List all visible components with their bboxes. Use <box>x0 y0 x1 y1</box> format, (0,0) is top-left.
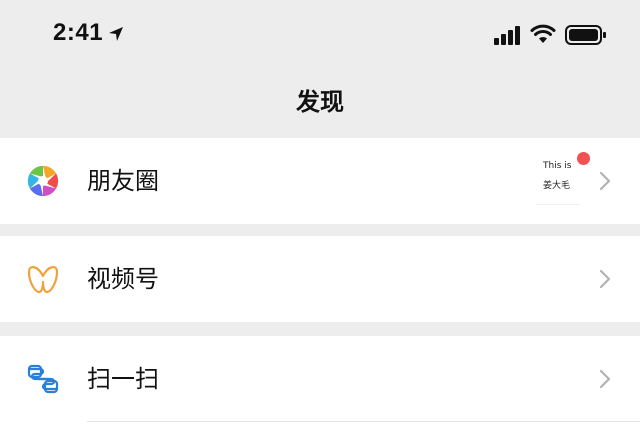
status-time: 2:41 <box>53 19 104 46</box>
list-item-scan[interactable]: 扫一扫 <box>0 336 640 437</box>
chevron-right-icon <box>599 369 611 389</box>
unread-red-dot <box>577 152 590 165</box>
channels-icon <box>27 266 59 294</box>
moments-preview-line2: 姜大毛 <box>543 181 571 191</box>
wifi-icon <box>530 24 556 43</box>
list-item-channels[interactable]: 视频号 <box>0 236 640 322</box>
moments-icon <box>27 165 59 197</box>
status-bar: 2:41 <box>0 0 640 72</box>
list-item-moments[interactable]: 朋友圈 This is 姜大毛 <box>0 138 640 224</box>
chevron-right-icon <box>599 269 611 289</box>
chevron-right-icon <box>599 171 611 191</box>
signal-icon <box>494 26 520 45</box>
page-title: 发现 <box>296 88 344 116</box>
list-item-label: 视频号 <box>87 265 159 293</box>
moments-preview-thumbnail: This is 姜大毛 <box>536 154 580 205</box>
row-divider <box>87 421 640 422</box>
battery-icon <box>565 25 606 45</box>
scan-icon <box>27 364 59 394</box>
list-item-label: 扫一扫 <box>87 365 159 393</box>
list-item-label: 朋友圈 <box>87 167 159 195</box>
location-arrow-icon <box>109 27 123 41</box>
moments-preview-line1: This is <box>543 161 572 171</box>
